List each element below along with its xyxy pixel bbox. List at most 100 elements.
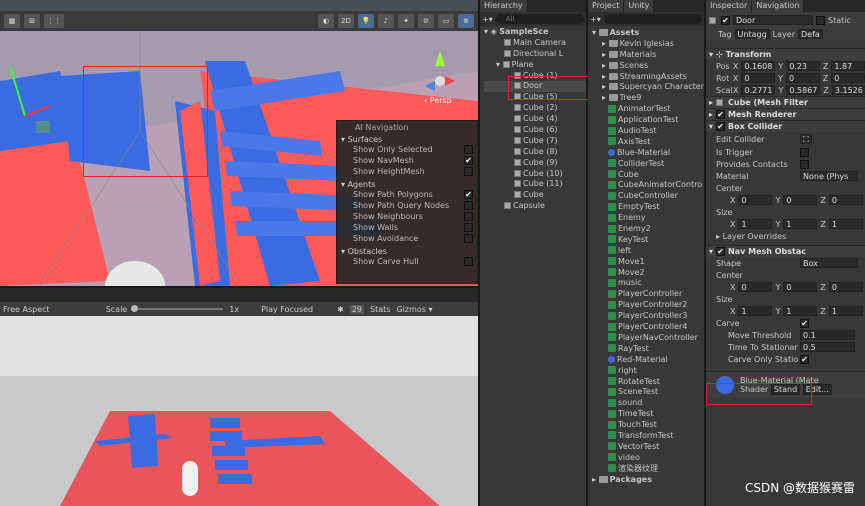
- checkbox[interactable]: [464, 145, 473, 154]
- packages-folder[interactable]: ▸ Packages: [592, 475, 704, 486]
- gizmos-dropdown[interactable]: Gizmos ▾: [396, 305, 432, 314]
- scene-camera-icon[interactable]: ▭: [438, 14, 454, 28]
- ai-row[interactable]: Show Only Selected: [341, 144, 473, 155]
- project-file[interactable]: RotateTest: [592, 377, 704, 388]
- project-file[interactable]: PlayerController4: [592, 322, 704, 333]
- project-file[interactable]: Blue-Material: [592, 148, 704, 159]
- hidden-objects-icon[interactable]: ⊘: [418, 14, 434, 28]
- mesh-renderer-checkbox[interactable]: ✔: [716, 110, 726, 119]
- project-file[interactable]: right: [592, 366, 704, 377]
- project-file[interactable]: TimeTest: [592, 409, 704, 420]
- unity-tab[interactable]: Unity: [624, 0, 655, 12]
- aspect-dropdown[interactable]: Free Aspect: [3, 305, 50, 314]
- checkbox[interactable]: [464, 234, 473, 243]
- time-stationary-field[interactable]: 0.5: [800, 342, 855, 352]
- shading-mode-icon[interactable]: ◐: [318, 14, 334, 28]
- project-file[interactable]: video: [592, 453, 704, 464]
- project-file[interactable]: TransformTest: [592, 431, 704, 442]
- project-file[interactable]: ApplicationTest: [592, 115, 704, 126]
- project-file[interactable]: VectorTest: [592, 442, 704, 453]
- axis-field[interactable]: 0: [738, 195, 773, 205]
- axis-field[interactable]: 1: [828, 219, 863, 229]
- grid-tool-icon[interactable]: ▦: [4, 14, 20, 28]
- ai-row[interactable]: Show Avoidance: [341, 233, 473, 244]
- project-file[interactable]: AudioTest: [592, 126, 704, 137]
- mesh-renderer-header[interactable]: ▸ ✔ Mesh Renderer: [706, 108, 865, 120]
- project-file[interactable]: Move1: [592, 257, 704, 268]
- navigation-tab[interactable]: Navigation: [752, 0, 805, 12]
- project-file[interactable]: music: [592, 278, 704, 289]
- axis-field[interactable]: 0: [783, 282, 818, 292]
- mode-2d-button[interactable]: 2D: [338, 14, 354, 28]
- project-file[interactable]: Red-Material: [592, 355, 704, 366]
- hierarchy-item[interactable]: Cube (11): [484, 179, 586, 190]
- axis-field[interactable]: 1.87: [831, 61, 865, 71]
- add-icon[interactable]: +▾: [590, 15, 601, 24]
- agents-header[interactable]: ▾ Agents: [341, 180, 473, 189]
- axis-field[interactable]: 1: [828, 306, 863, 316]
- project-file[interactable]: AxisTest: [592, 137, 704, 148]
- checkbox[interactable]: [464, 201, 473, 210]
- project-file[interactable]: TouchTest: [592, 420, 704, 431]
- ai-row[interactable]: Show Carve Hull: [341, 256, 473, 267]
- axis-field[interactable]: 0.5867: [786, 85, 821, 95]
- project-file[interactable]: AnimatorTest: [592, 104, 704, 115]
- hierarchy-item[interactable]: Main Camera: [484, 38, 586, 49]
- project-file[interactable]: Enemy2: [592, 224, 704, 235]
- snap-tool-icon[interactable]: ⊞: [24, 14, 40, 28]
- checkbox[interactable]: [464, 167, 473, 176]
- scene-root[interactable]: ▾ ◈ SampleSce: [484, 27, 586, 38]
- is-trigger-checkbox[interactable]: [800, 147, 809, 157]
- project-file[interactable]: ColliderTest: [592, 159, 704, 170]
- game-viewport[interactable]: [0, 316, 478, 506]
- lighting-icon[interactable]: 💡: [358, 14, 374, 28]
- hierarchy-item[interactable]: Capsule: [484, 201, 586, 212]
- axis-field[interactable]: 0: [786, 73, 820, 83]
- static-checkbox[interactable]: [816, 15, 825, 25]
- project-file[interactable]: sound: [592, 398, 704, 409]
- hierarchy-item[interactable]: Cube (4): [484, 114, 586, 125]
- axis-field[interactable]: 0.1608: [741, 61, 776, 71]
- surfaces-header[interactable]: ▾ Surfaces: [341, 135, 473, 144]
- axis-field[interactable]: 3.1526: [831, 85, 865, 95]
- project-file[interactable]: CubeAnimatorContro: [592, 180, 704, 191]
- shape-dropdown[interactable]: Box: [800, 258, 858, 268]
- provides-contacts-checkbox[interactable]: [800, 159, 809, 169]
- add-icon[interactable]: +▾: [482, 15, 493, 24]
- project-file[interactable]: CubeController: [592, 191, 704, 202]
- project-file[interactable]: PlayerNavController: [592, 333, 704, 344]
- checkbox[interactable]: [464, 223, 473, 232]
- hierarchy-item[interactable]: Cube (9): [484, 158, 586, 169]
- project-file[interactable]: Move2: [592, 268, 704, 279]
- obstacles-header[interactable]: ▾ Obstacles: [341, 247, 473, 256]
- ai-row[interactable]: Show Walls: [341, 222, 473, 233]
- slider-thumb-icon[interactable]: [131, 305, 139, 312]
- hierarchy-item[interactable]: Cube (2): [484, 103, 586, 114]
- project-tab[interactable]: Project: [588, 0, 625, 12]
- gizmos-icon[interactable]: ⊕: [458, 14, 474, 28]
- checkbox[interactable]: [464, 257, 473, 266]
- axis-field[interactable]: 0.2771: [741, 85, 776, 95]
- increment-tool-icon[interactable]: ⋮⋮: [44, 14, 64, 28]
- project-folder[interactable]: ▸ Supercyan Character: [592, 82, 704, 93]
- hierarchy-item[interactable]: Cube (7): [484, 136, 586, 147]
- axis-field[interactable]: 0: [738, 282, 773, 292]
- effects-icon[interactable]: ✦: [398, 14, 414, 28]
- project-file[interactable]: SceneTest: [592, 387, 704, 398]
- project-file[interactable]: PlayerController3: [592, 311, 704, 322]
- hierarchy-item[interactable]: Directional L: [484, 49, 586, 60]
- project-file[interactable]: Enemy: [592, 213, 704, 224]
- project-file[interactable]: RayTest: [592, 344, 704, 355]
- axis-field[interactable]: 0.23: [786, 61, 820, 71]
- stats-button[interactable]: Stats: [370, 305, 390, 314]
- edit-collider-button[interactable]: ⛶: [800, 134, 812, 144]
- project-file[interactable]: Cube: [592, 170, 704, 181]
- axis-field[interactable]: 1: [738, 306, 773, 316]
- checkbox[interactable]: ✔: [464, 156, 473, 165]
- layer-overrides[interactable]: ▸ Layer Overrides: [706, 230, 865, 242]
- hierarchy-item[interactable]: Cube (6): [484, 125, 586, 136]
- ai-row[interactable]: Show Path Query Nodes: [341, 200, 473, 211]
- nav-obstacle-header[interactable]: ▾ ✔ Nav Mesh Obstac: [706, 245, 865, 257]
- hierarchy-item[interactable]: Cube (8): [484, 147, 586, 158]
- box-collider-header[interactable]: ▾ ✔ Box Collider: [706, 120, 865, 132]
